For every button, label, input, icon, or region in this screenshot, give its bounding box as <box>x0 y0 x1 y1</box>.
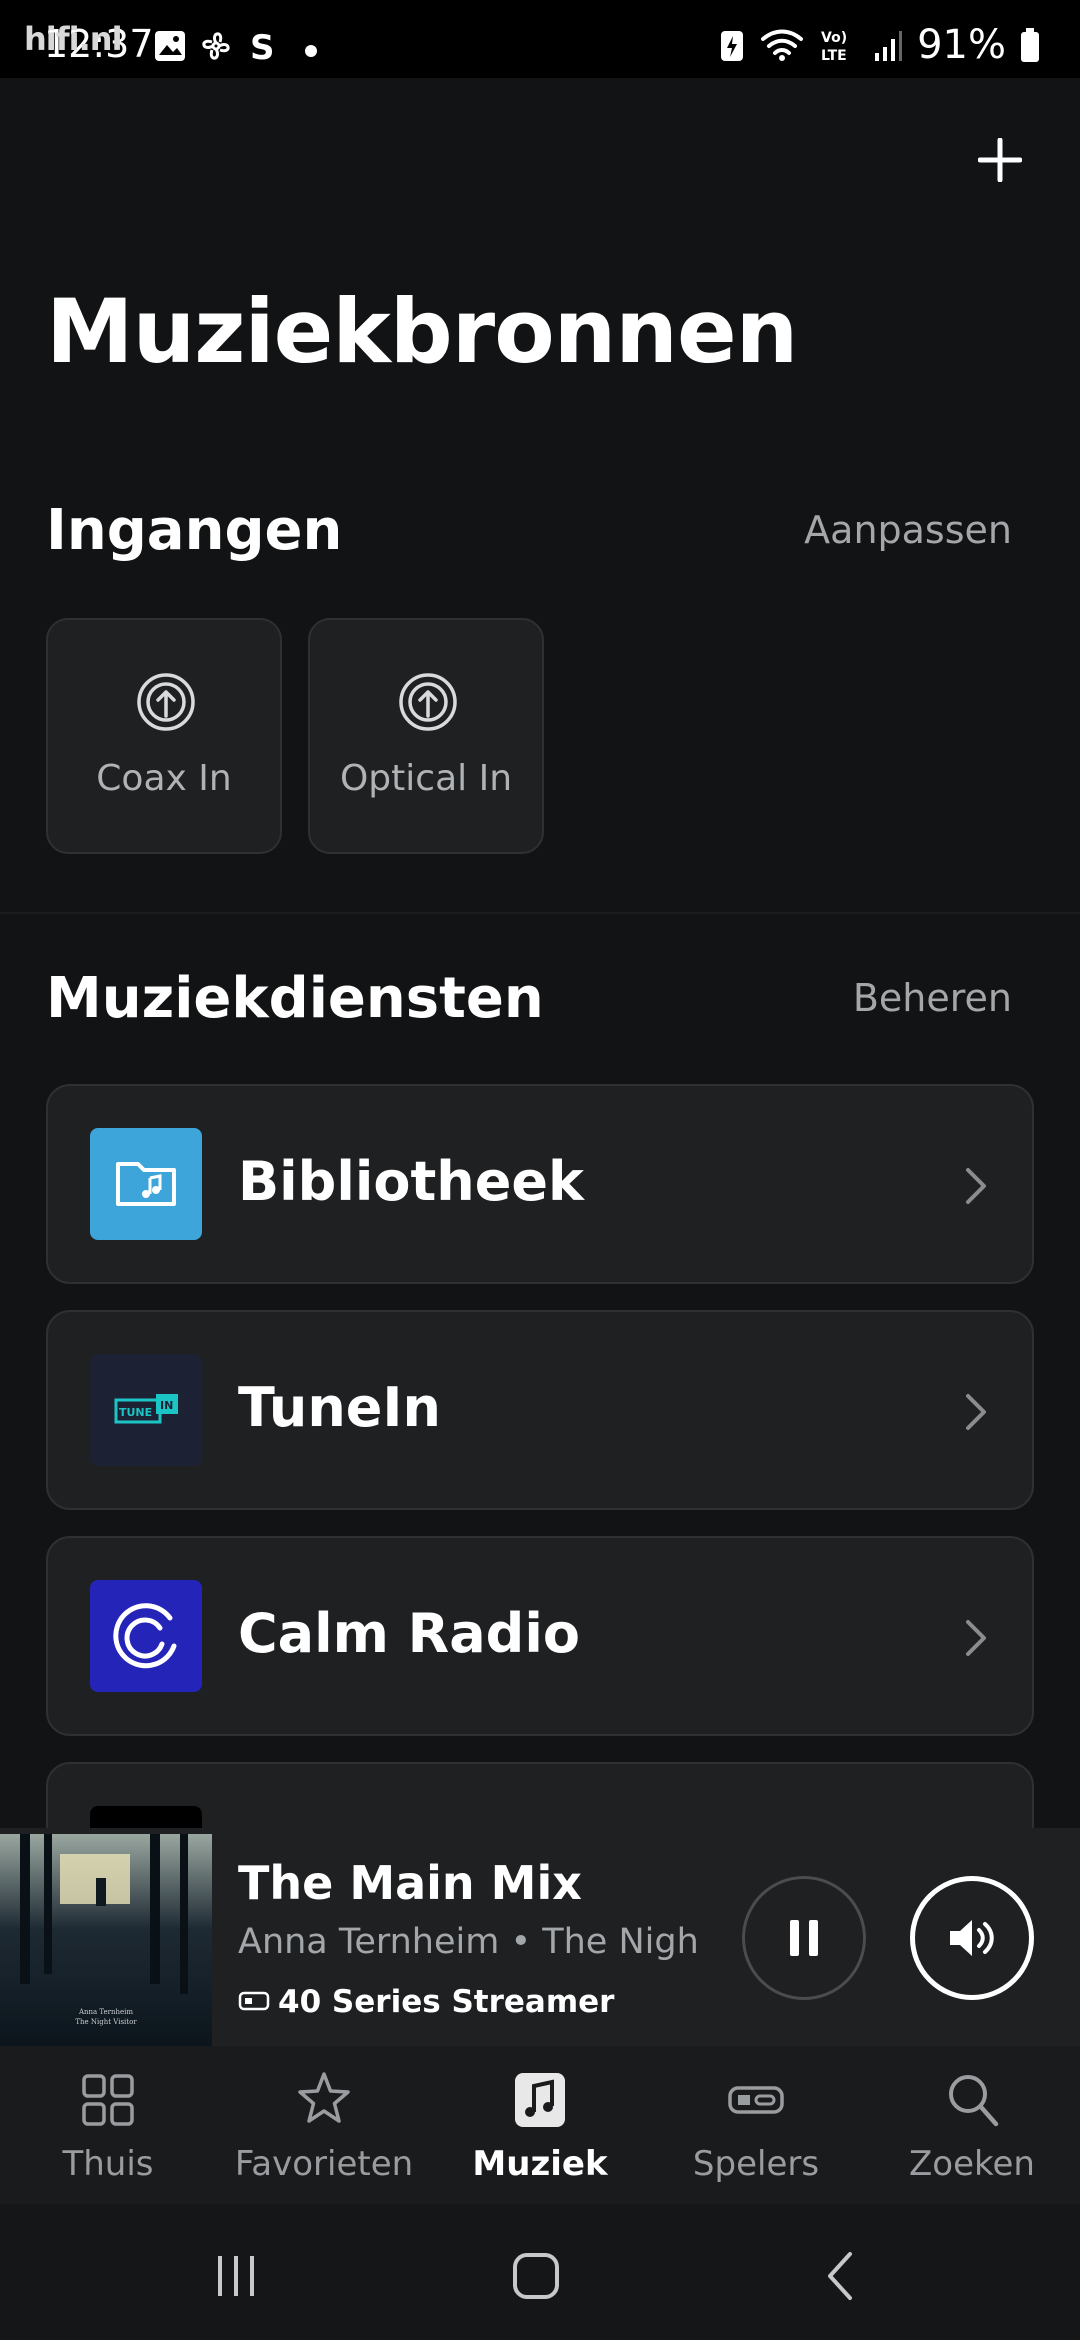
service-name: Calm Radio <box>238 1602 580 1665</box>
inputs-section-title: Ingangen <box>46 498 343 563</box>
s-icon: S <box>250 28 275 64</box>
chevron-right-icon <box>966 1620 986 1656</box>
volume-icon <box>950 1920 994 1956</box>
plus-icon <box>978 138 1022 182</box>
star-icon <box>298 2072 350 2123</box>
gallery-icon <box>155 31 185 61</box>
section-divider <box>0 912 1080 914</box>
input-icon <box>399 673 457 731</box>
services-manage-link[interactable]: Beheren <box>853 976 1012 1020</box>
watermark-logo: hifi.nl <box>24 20 123 58</box>
services-section-title: Muziekdiensten <box>46 966 544 1031</box>
svg-text:S: S <box>250 28 275 64</box>
search-icon <box>949 2075 999 2127</box>
service-name: TuneIn <box>238 1376 441 1439</box>
tab-label: Thuis <box>62 2144 154 2184</box>
page-title: Muziekbronnen <box>46 280 798 383</box>
input-label: Coax In <box>96 758 232 799</box>
service-row-tunein[interactable]: TUNE IN TuneIn <box>46 1310 1034 1510</box>
tab-favorieten[interactable]: Favorieten <box>216 2070 432 2200</box>
now-playing-title: The Main Mix <box>238 1856 582 1910</box>
tab-label: Zoeken <box>909 2144 1035 2184</box>
input-icon <box>137 673 195 731</box>
battery-icon <box>1021 28 1039 62</box>
tab-zoeken[interactable]: Zoeken <box>864 2070 1080 2200</box>
fan-icon <box>202 32 230 60</box>
inputs-customize-link[interactable]: Aanpassen <box>804 508 1012 552</box>
chevron-right-icon <box>966 1168 986 1204</box>
library-folder-icon <box>90 1128 202 1240</box>
pause-icon <box>790 1920 818 1956</box>
service-row-library[interactable]: Bibliotheek <box>46 1084 1034 1284</box>
battery-percentage: 91% <box>917 22 1006 68</box>
now-playing-subtitle: Anna Ternheim • The Night V <box>238 1922 698 1962</box>
album-art-title: The Night Visitor <box>75 2018 137 2026</box>
home-icon[interactable] <box>506 2250 566 2302</box>
music-note-icon <box>515 2073 565 2127</box>
battery-saver-icon <box>721 31 744 61</box>
album-art-artist: Anna Ternheim <box>78 2008 133 2016</box>
input-tile-optical[interactable]: Optical In <box>308 618 544 854</box>
recents-icon[interactable] <box>206 2250 266 2302</box>
tab-thuis[interactable]: Thuis <box>0 2070 216 2200</box>
svg-text:LTE: LTE <box>821 48 847 63</box>
tab-spelers[interactable]: Spelers <box>648 2070 864 2200</box>
svg-text:TUNE: TUNE <box>119 1406 152 1419</box>
svg-text:IN: IN <box>160 1399 173 1412</box>
input-label: Optical In <box>339 758 513 799</box>
volume-button[interactable] <box>910 1876 1034 2000</box>
input-tile-coax[interactable]: Coax In <box>46 618 282 854</box>
speaker-device-icon <box>728 2086 784 2114</box>
wifi-icon <box>761 29 804 61</box>
dot-icon <box>305 45 317 57</box>
tab-label: Favorieten <box>234 2144 414 2184</box>
back-icon[interactable] <box>812 2250 872 2302</box>
tab-muziek[interactable]: Muziek <box>432 2070 648 2200</box>
service-name: Bibliotheek <box>238 1150 584 1213</box>
speaker-device-icon <box>238 1991 270 2011</box>
tab-label: Muziek <box>472 2144 608 2184</box>
calm-radio-logo <box>90 1580 202 1692</box>
volte-icon: Vo) LTE <box>821 30 847 63</box>
tab-label: Spelers <box>692 2144 820 2184</box>
add-source-button[interactable] <box>968 128 1032 192</box>
now-playing-player: 40 Series Streamer <box>278 1984 615 2020</box>
status-right-group: Vo) LTE 91% <box>719 22 1040 68</box>
svg-text:Vo): Vo) <box>821 30 847 46</box>
album-art[interactable]: Anna Ternheim The Night Visitor <box>0 1834 212 2046</box>
tunein-logo: TUNE IN <box>90 1354 202 1466</box>
chevron-right-icon <box>966 1394 986 1430</box>
signal-icon <box>875 31 903 61</box>
pause-button[interactable] <box>742 1876 866 2000</box>
service-row-calm-radio[interactable]: Calm Radio <box>46 1536 1034 1736</box>
home-grid-icon <box>82 2074 134 2126</box>
